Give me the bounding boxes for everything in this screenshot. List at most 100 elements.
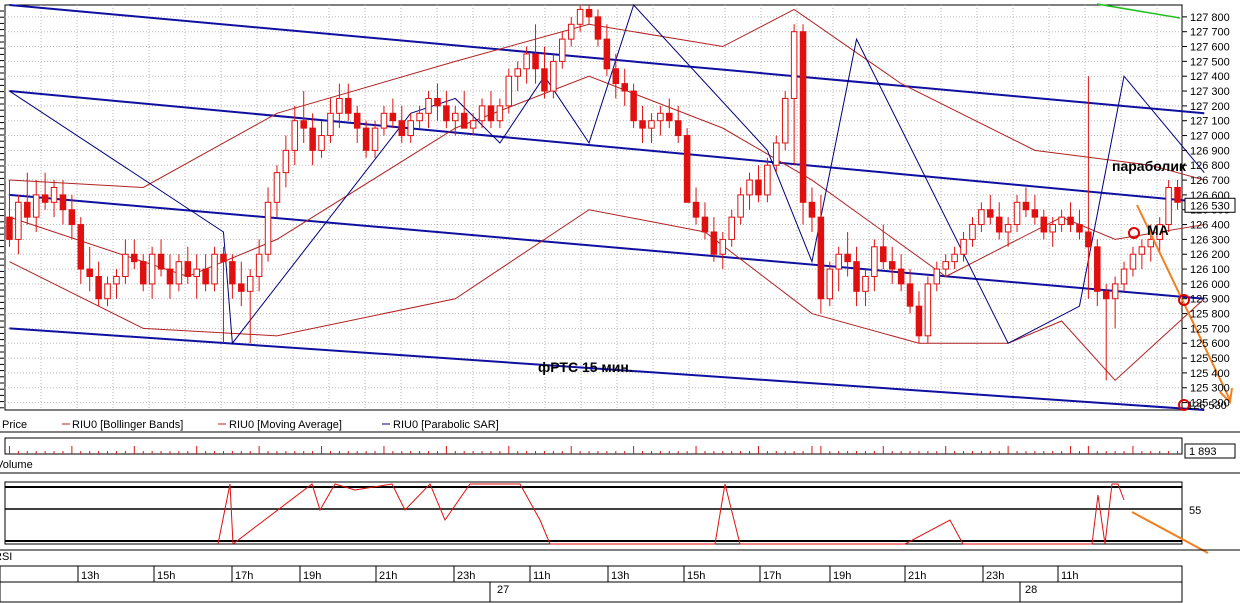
chart-title-annotation: фРТС 15 мин.: [538, 359, 633, 375]
last-price-label: 126 530: [1187, 400, 1227, 412]
x-hour-label: 11h: [533, 570, 551, 582]
candle-up: [764, 164, 771, 196]
candle-up: [559, 38, 566, 62]
candle-down: [389, 112, 397, 122]
candle-up: [255, 253, 263, 277]
candle-up: [478, 105, 486, 122]
candle-up: [1120, 268, 1128, 285]
y-tick-label: 127 200: [1190, 101, 1230, 113]
candle-up: [505, 75, 513, 107]
candle-down: [1022, 201, 1030, 211]
x-day-label-28: 28: [1025, 584, 1037, 596]
x-hour-label: 17h: [235, 570, 253, 582]
candle-up: [1147, 238, 1155, 248]
candle-up: [336, 97, 343, 114]
candle-down: [139, 261, 147, 285]
candle-up: [978, 209, 985, 226]
time-axis-frame: [0, 565, 1183, 603]
candle-up: [746, 179, 753, 196]
candle-down: [683, 135, 691, 203]
candle-down: [853, 261, 860, 292]
candle-down: [487, 105, 495, 122]
candle-down: [844, 253, 851, 263]
y-tick-label: 127 800: [1190, 12, 1230, 24]
candle-down: [184, 261, 192, 277]
candle-down: [1085, 231, 1092, 248]
candle-down: [603, 38, 611, 70]
candle-down: [995, 216, 1003, 233]
candle-up: [416, 112, 423, 122]
candle-up: [924, 283, 932, 337]
candle-down: [1076, 224, 1083, 233]
candle-down: [131, 253, 138, 263]
candle-down: [888, 261, 896, 270]
volume-panel-frame: [4, 437, 1183, 455]
candle-up: [719, 238, 727, 255]
volume-value-label: 1 893: [1189, 446, 1217, 458]
candle-up: [942, 261, 949, 270]
y-tick-label: 127 300: [1190, 86, 1230, 98]
y-tick-label: 125 400: [1190, 368, 1230, 380]
candle-up: [960, 238, 967, 255]
candle-down: [95, 275, 102, 300]
x-hour-label: 21h: [379, 570, 397, 582]
candle-up: [246, 275, 254, 292]
x-hour-label: 15h: [687, 570, 705, 582]
candle-down: [68, 209, 76, 226]
candle-up: [862, 275, 869, 292]
candle-down: [594, 16, 602, 40]
x-hour-label: 11h: [1061, 570, 1079, 582]
candle-down: [229, 261, 236, 285]
candle-up: [15, 201, 22, 240]
rsi-panel-label: RSI: [0, 551, 12, 563]
candle-down: [362, 127, 370, 151]
candle-down: [906, 283, 914, 307]
candle-up: [371, 127, 379, 151]
candle-up: [1165, 186, 1172, 226]
y-tick-label: 126 900: [1190, 145, 1230, 157]
y-tick-label: 126 000: [1190, 279, 1230, 291]
candle-up: [835, 253, 842, 270]
candle-down: [710, 231, 718, 255]
candle-up: [273, 172, 281, 203]
candle-down: [692, 201, 700, 218]
y-tick-label: 125 800: [1190, 309, 1230, 321]
parabolic-annotation: параболик: [1112, 158, 1187, 174]
x-hour-label: 21h: [908, 570, 926, 582]
candle-down: [460, 112, 468, 129]
candle-up: [648, 120, 655, 129]
y-tick-label: 125 700: [1190, 323, 1230, 335]
y-tick-label: 125 600: [1190, 338, 1230, 350]
candle-up: [175, 261, 183, 285]
candle-up: [969, 224, 976, 240]
candle-up: [1058, 216, 1065, 226]
candle-up: [264, 201, 272, 255]
y-tick-label: 127 400: [1190, 71, 1230, 83]
price-grid: [4, 4, 1183, 411]
y-tick-label: 127 100: [1190, 116, 1230, 128]
candle-down: [238, 283, 245, 292]
candle-down: [799, 31, 807, 203]
candle-up: [104, 283, 111, 300]
x-hour-label: 15h: [157, 570, 175, 582]
candle-down: [1102, 290, 1110, 300]
candle-down: [166, 268, 174, 285]
candle-up: [657, 112, 664, 122]
candle-up: [1138, 246, 1146, 255]
candle-down: [6, 216, 13, 240]
y-tick-label: 126 800: [1190, 160, 1230, 172]
rsi-line: [217, 483, 1125, 545]
candle-up: [50, 186, 58, 203]
x-hour-label: 19h: [303, 570, 321, 582]
candle-down: [808, 201, 816, 218]
candle-up: [523, 53, 530, 70]
candle-down: [915, 305, 923, 337]
candle-down: [443, 105, 450, 122]
candle-down: [897, 268, 905, 285]
y-tick-label: 127 600: [1190, 42, 1230, 54]
candle-down: [630, 90, 637, 122]
rsi-panel-frame: [4, 481, 1183, 545]
candle-down: [585, 8, 593, 18]
y-tick-label: 125 300: [1190, 383, 1230, 395]
candle-down: [202, 268, 209, 285]
